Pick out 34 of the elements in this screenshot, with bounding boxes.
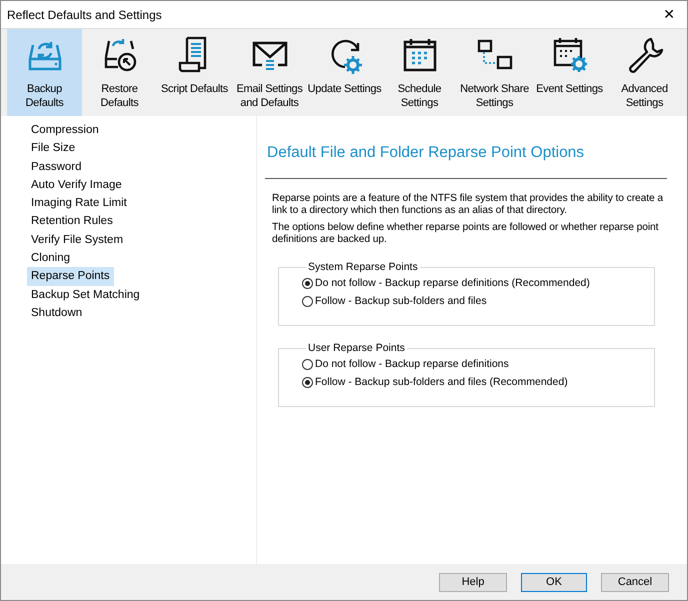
close-button[interactable]: ✕ — [651, 1, 687, 28]
sidebar-item[interactable]: Auto Verify Image — [27, 176, 126, 194]
toolbar-button[interactable]: Restore Defaults — [82, 29, 157, 116]
sidebar-item[interactable]: Imaging Rate Limit — [27, 194, 131, 212]
toolbar-button[interactable]: Update Settings — [307, 29, 382, 116]
sidebar-item[interactable]: Backup Set Matching — [27, 286, 144, 304]
sidebar-item[interactable]: Cloning — [27, 249, 74, 268]
description-text: Reparse points are a feature of the NTFS file system that provides the ability to create a link to a directory which then functions as an alias of that directory. — [272, 193, 664, 216]
window-title: Reflect Defaults and Settings — [6, 8, 162, 22]
dialog-button[interactable]: Help — [439, 572, 507, 592]
dialog-button[interactable]: OK — [521, 572, 587, 592]
sidebar-item[interactable]: Compression — [27, 121, 103, 140]
sidebar-item[interactable]: File Size — [27, 139, 80, 158]
description-text: The options below define whether reparse points are followed or whether reparse point definitions are backed up. — [272, 222, 660, 245]
toolbar-button[interactable]: Event Settings — [532, 29, 607, 116]
radio-option[interactable]: Follow - Backup sub-folders and files (Recommended) — [302, 376, 568, 388]
toolbar-button[interactable]: Script Defaults — [157, 29, 232, 116]
toolbar-button[interactable]: Network Share Settings — [457, 29, 532, 116]
group-title: User Reparse Points — [307, 342, 406, 354]
toolbar-button[interactable]: Advanced Settings — [607, 29, 682, 116]
radio-option[interactable]: Do not follow - Backup reparse definitions (Recommended) — [302, 277, 590, 289]
group-title: System Reparse Points — [307, 261, 419, 273]
sidebar-item[interactable]: Password — [27, 158, 86, 176]
sidebar-item[interactable]: Retention Rules — [27, 212, 117, 231]
section-heading: Default File and Folder Reparse Point Options — [267, 144, 586, 162]
dialog-button[interactable]: Cancel — [601, 572, 669, 592]
radio-option[interactable]: Do not follow - Backup reparse definitions — [302, 358, 509, 370]
toolbar-button[interactable]: Backup Defaults — [7, 29, 82, 116]
sidebar-item[interactable]: Verify File System — [27, 230, 128, 250]
sidebar-item[interactable]: Reparse Points — [27, 267, 114, 286]
toolbar-button[interactable]: Schedule Settings — [382, 29, 457, 116]
toolbar-button[interactable]: Email Settings and Defaults — [232, 29, 307, 116]
sidebar-item[interactable]: Shutdown — [27, 304, 86, 322]
radio-option[interactable]: Follow - Backup sub-folders and files — [302, 295, 487, 307]
